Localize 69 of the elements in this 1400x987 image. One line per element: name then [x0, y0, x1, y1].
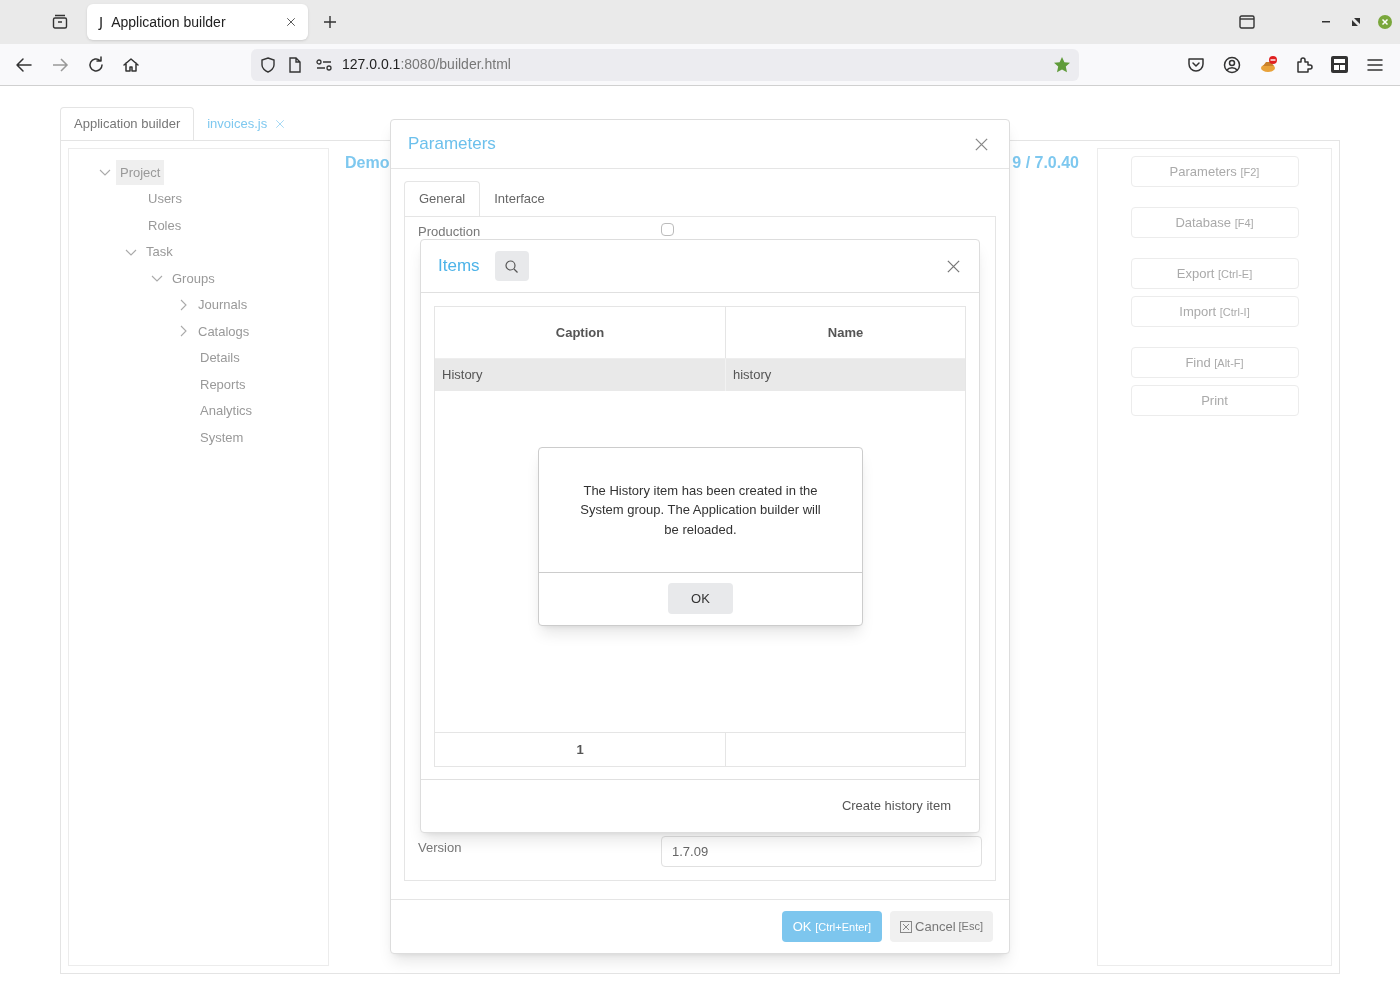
shield-icon[interactable] — [260, 56, 276, 73]
ok-button[interactable]: OK [Ctrl+Enter] — [781, 911, 883, 942]
cancel-button[interactable]: Cancel [Esc] — [890, 911, 993, 942]
extension-icon[interactable] — [1259, 54, 1279, 75]
close-icon[interactable] — [946, 258, 961, 274]
restore-icon[interactable] — [1352, 18, 1360, 26]
app-tab[interactable]: Application builder — [60, 107, 195, 140]
tree-item[interactable]: Journals — [194, 292, 252, 318]
account-icon[interactable] — [1223, 55, 1241, 74]
search-icon — [505, 259, 519, 273]
action-button[interactable]: Find [Alt-F] — [1130, 347, 1299, 378]
tree-item[interactable]: System — [196, 424, 248, 450]
new-tab-icon[interactable] — [323, 15, 337, 29]
table-cell-text: History — [442, 366, 483, 385]
search-button[interactable] — [494, 251, 529, 281]
field-label: Production — [418, 225, 482, 239]
column-header[interactable]: Caption — [435, 307, 726, 358]
forward-icon — [51, 55, 69, 74]
tab-title: Application builder — [111, 12, 227, 32]
star-icon[interactable] — [1053, 55, 1071, 74]
page-icon[interactable] — [288, 56, 302, 73]
table-row[interactable]: History history — [435, 359, 965, 391]
dialog-tab[interactable]: Interface — [480, 181, 559, 216]
tree-item[interactable]: Task — [142, 239, 177, 265]
tree-item[interactable]: Reports — [196, 371, 250, 397]
tree-item[interactable]: Groups — [168, 265, 219, 291]
url-text: 127.0.0.1:8080/builder.html — [342, 55, 511, 74]
row-count: 1 — [576, 740, 584, 759]
tree-item[interactable]: Details — [196, 345, 244, 371]
reload-icon[interactable] — [87, 55, 105, 74]
window-icon[interactable] — [1239, 15, 1255, 29]
version-field[interactable]: 1.7.09 — [661, 836, 982, 867]
tree-item[interactable]: Roles — [144, 212, 186, 238]
permissions-icon[interactable] — [316, 58, 332, 71]
table-cell: history — [733, 367, 772, 383]
address-bar[interactable]: 127.0.0.1:8080/builder.html — [251, 48, 1079, 81]
browser-tab[interactable]: J Application builder — [87, 4, 308, 40]
tab-list-icon[interactable] — [52, 14, 68, 30]
dialog-tab[interactable]: General — [404, 181, 481, 216]
checkbox[interactable] — [661, 223, 674, 236]
close-icon[interactable] — [1378, 15, 1392, 29]
column-header[interactable]: Name — [726, 307, 965, 358]
minimize-icon[interactable] — [1322, 21, 1330, 23]
tree-item[interactable]: Analytics — [196, 398, 257, 424]
home-icon[interactable] — [122, 55, 140, 74]
site-icon: J — [99, 11, 104, 33]
action-button[interactable]: Parameters [F2] — [1130, 156, 1299, 187]
action-button[interactable]: Export [Ctrl-E] — [1130, 258, 1299, 289]
close-icon[interactable] — [286, 17, 296, 27]
app-tab[interactable]: invoices.js — [194, 107, 299, 140]
ok-button[interactable]: OK — [668, 583, 733, 614]
action-button[interactable]: Print — [1130, 385, 1299, 416]
message-text: The History item has been created in the System group. The Application builder will be reloaded. — [579, 481, 822, 539]
puzzle-icon[interactable] — [1295, 55, 1313, 74]
close-icon[interactable] — [974, 136, 989, 152]
cancel-icon — [900, 920, 913, 933]
dialog-title: Items — [438, 255, 480, 278]
field-label: Version — [418, 839, 463, 857]
create-history-button[interactable]: Create history item — [841, 796, 951, 816]
tree-item[interactable]: Users — [144, 186, 186, 212]
dialog-title: Parameters — [408, 133, 497, 156]
project-heading: Demo — [345, 153, 390, 173]
pocket-icon[interactable] — [1187, 55, 1205, 74]
tree-item[interactable]: Catalogs — [194, 318, 254, 344]
tree-item[interactable]: Project — [116, 159, 165, 185]
action-button[interactable]: Database [F4] — [1130, 207, 1299, 238]
version-heading: 9 / 7.0.40 — [1012, 153, 1079, 173]
back-icon[interactable] — [15, 55, 33, 74]
action-button[interactable]: Import [Ctrl-I] — [1130, 296, 1299, 327]
